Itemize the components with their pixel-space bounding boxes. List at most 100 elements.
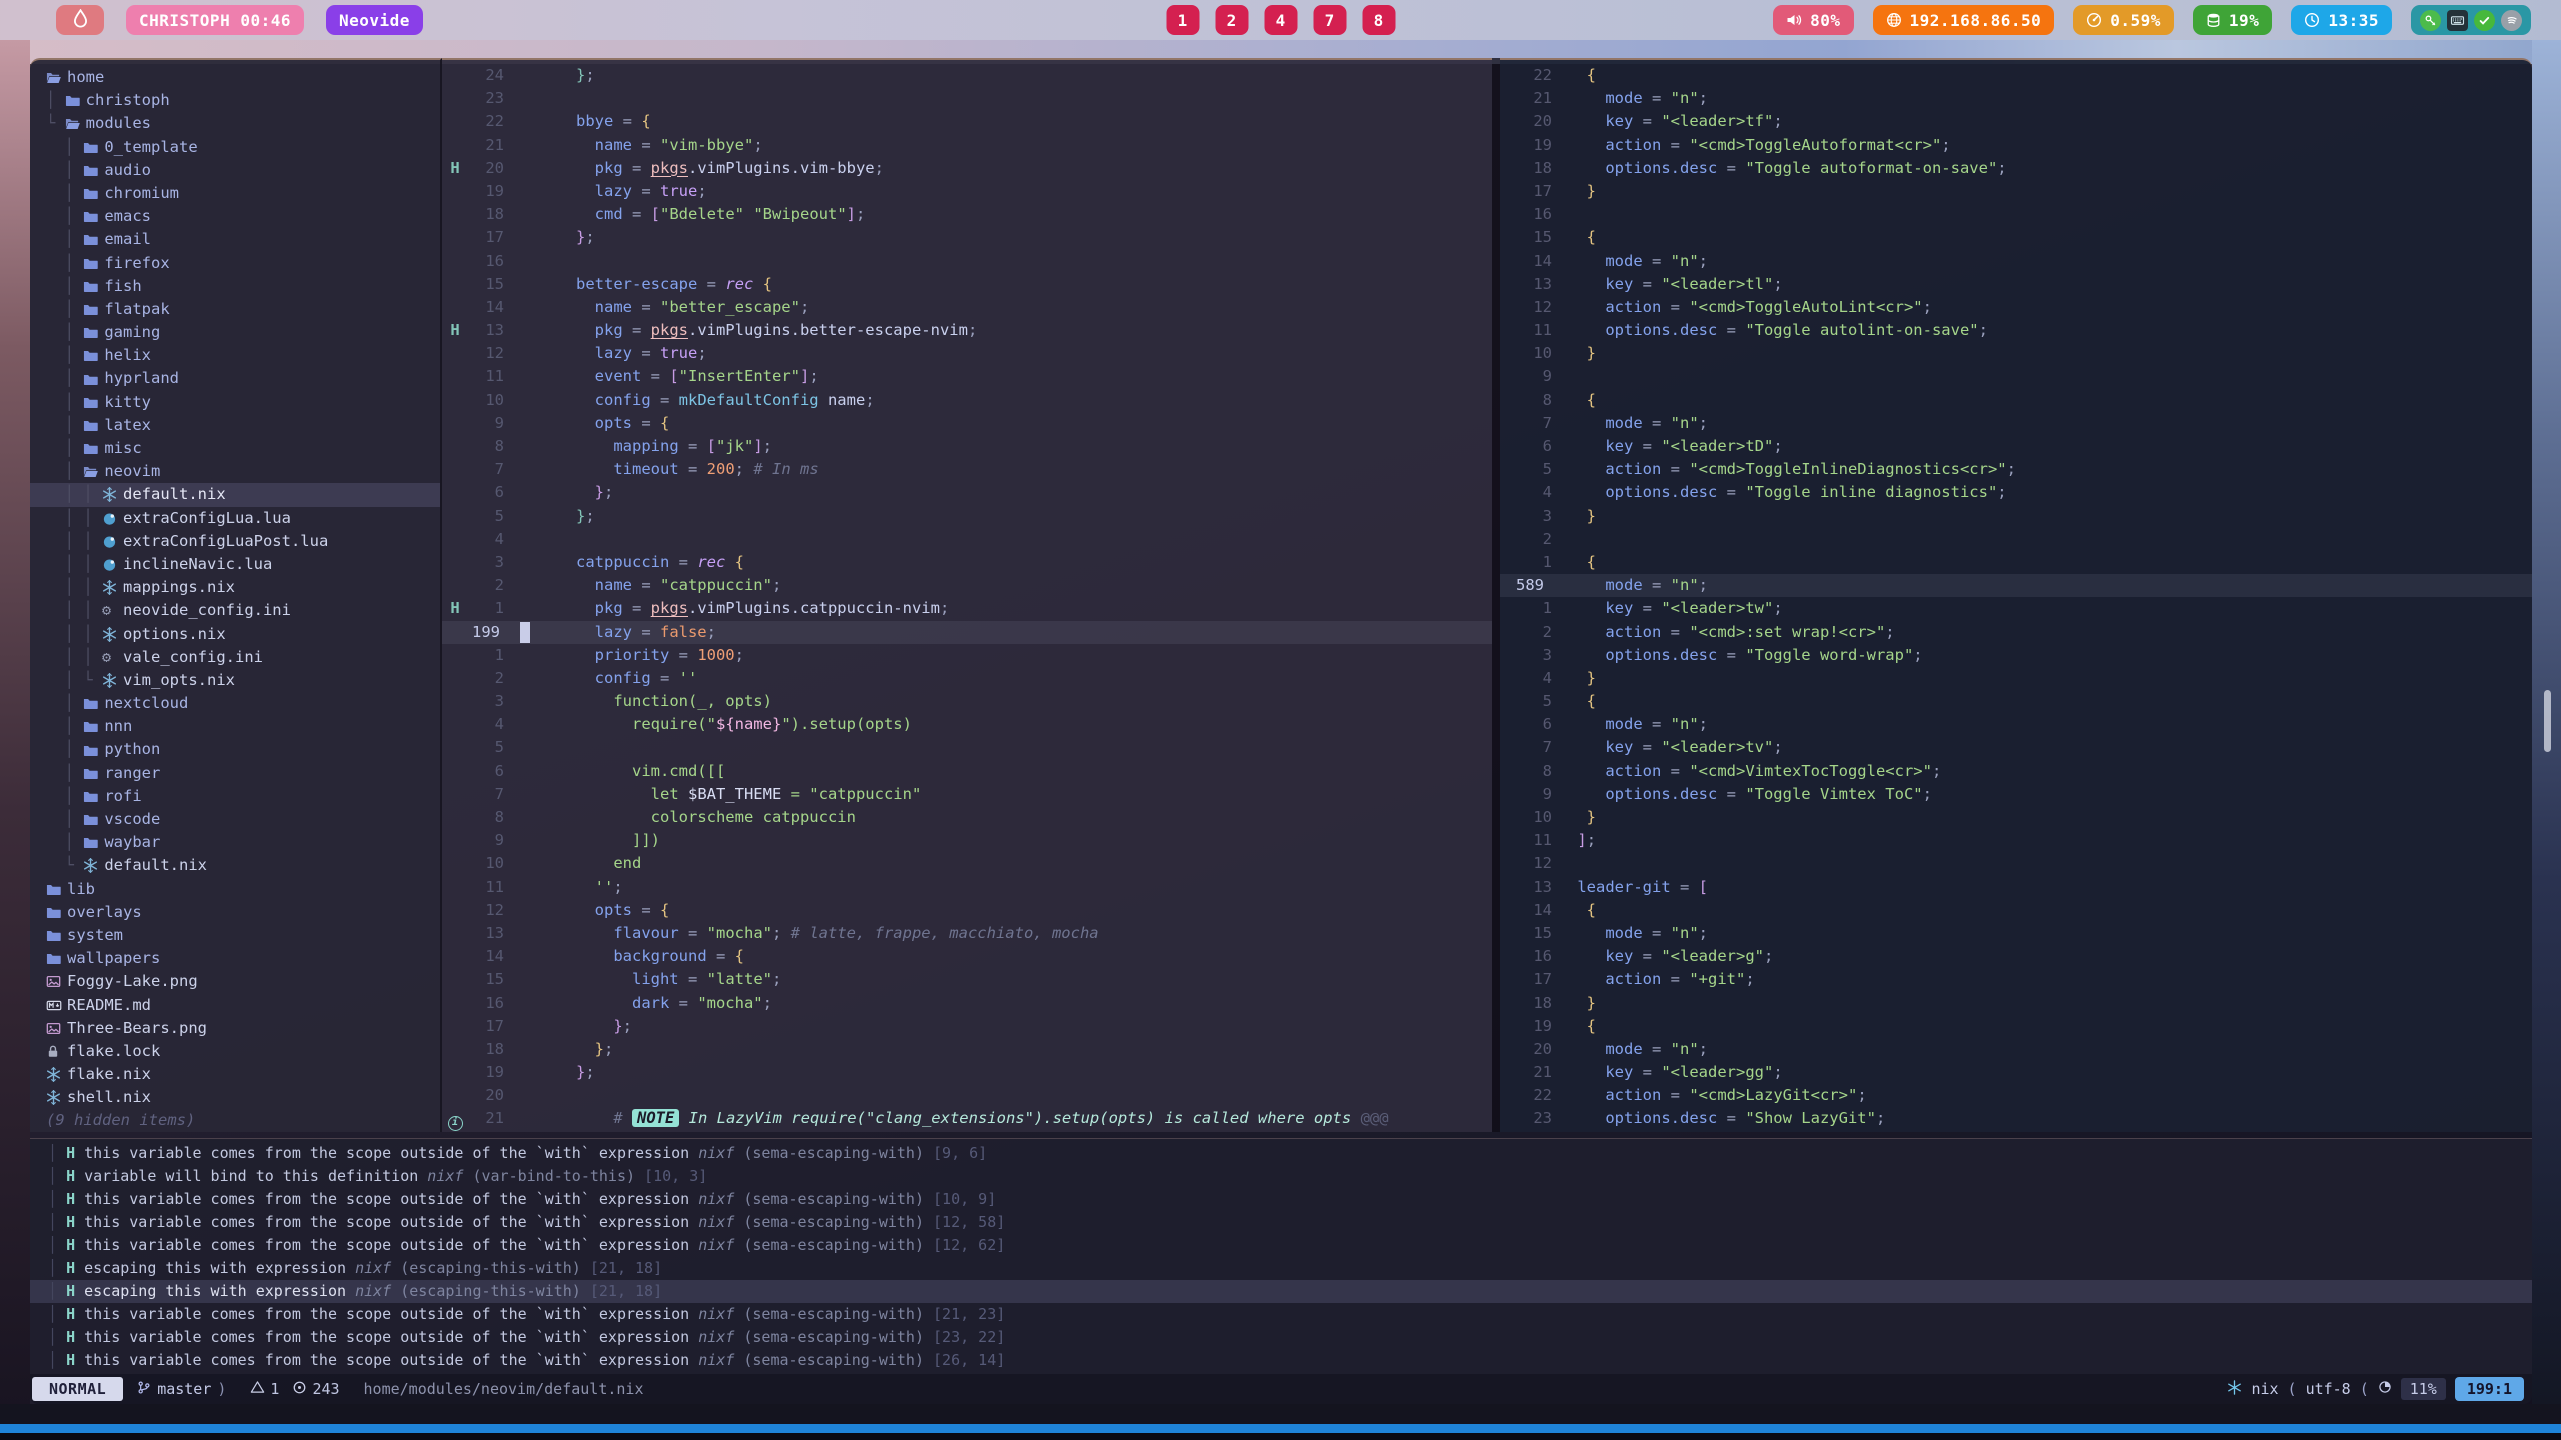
- code-line[interactable]: 23: [442, 87, 1492, 110]
- tree-item[interactable]: │ kitty: [30, 391, 440, 414]
- tree-item[interactable]: flake.nix: [30, 1063, 440, 1086]
- tree-item[interactable]: │ waybar: [30, 831, 440, 854]
- code-line[interactable]: 14 name = "better_escape";: [442, 296, 1492, 319]
- tree-item[interactable]: │ neovim: [30, 460, 440, 483]
- code-line[interactable]: 9 opts = {: [442, 412, 1492, 435]
- code-line[interactable]: H20 pkg = pkgs.vimPlugins.vim-bbye;: [442, 157, 1492, 180]
- code-line[interactable]: 19 action = "<cmd>ToggleAutoformat<cr>";: [1500, 134, 2532, 157]
- editor-right-pane[interactable]: 22 { 21 mode = "n"; 20 key = "<leader>tf…: [1500, 58, 2532, 1132]
- code-line[interactable]: 9 options.desc = "Toggle Vimtex ToC";: [1500, 783, 2532, 806]
- tree-item[interactable]: │ ranger: [30, 762, 440, 785]
- code-line[interactable]: 16 dark = "mocha";: [442, 992, 1492, 1015]
- code-line[interactable]: 11 event = ["InsertEnter"];: [442, 365, 1492, 388]
- tree-item[interactable]: Foggy-Lake.png: [30, 970, 440, 993]
- code-line[interactable]: 4 require("${name}").setup(opts): [442, 713, 1492, 736]
- code-line[interactable]: 2: [1500, 528, 2532, 551]
- code-line[interactable]: 3 options.desc = "Toggle word-wrap";: [1500, 644, 2532, 667]
- tree-item[interactable]: │ │ extraConfigLuaPost.lua: [30, 530, 440, 553]
- code-line[interactable]: 1 key = "<leader>tw";: [1500, 597, 2532, 620]
- tree-item[interactable]: │ firefox: [30, 252, 440, 275]
- tree-item[interactable]: │ 0_template: [30, 136, 440, 159]
- code-line[interactable]: 17 };: [442, 226, 1492, 249]
- code-line[interactable]: 6 vim.cmd([[: [442, 760, 1492, 783]
- window-separator[interactable]: [1492, 58, 1500, 1132]
- tree-item[interactable]: │ fish: [30, 275, 440, 298]
- tree-item[interactable]: shell.nix: [30, 1086, 440, 1109]
- diagnostic-row[interactable]: │ H this variable comes from the scope o…: [30, 1326, 2532, 1349]
- code-line[interactable]: 21 name = "vim-bbye";: [442, 134, 1492, 157]
- code-line[interactable]: 22 action = "<cmd>LazyGit<cr>";: [1500, 1084, 2532, 1107]
- workspace-button[interactable]: 1: [1166, 5, 1199, 35]
- code-line[interactable]: 13 flavour = "mocha"; # latte, frappe, m…: [442, 922, 1492, 945]
- code-line[interactable]: 15 better-escape = rec {: [442, 273, 1492, 296]
- code-line[interactable]: 16: [1500, 203, 2532, 226]
- tree-item[interactable]: └ default.nix: [30, 854, 440, 877]
- tree-item[interactable]: │ │ mappings.nix: [30, 576, 440, 599]
- code-line[interactable]: 4 }: [1500, 667, 2532, 690]
- keyboard-icon[interactable]: [2447, 10, 2468, 31]
- tree-item[interactable]: │ helix: [30, 344, 440, 367]
- tree-item[interactable]: └ modules: [30, 112, 440, 135]
- workspace-button[interactable]: 2: [1215, 5, 1248, 35]
- code-line[interactable]: 8 action = "<cmd>VimtexTocToggle<cr>";: [1500, 760, 2532, 783]
- diagnostic-row[interactable]: │ H escaping this with expression nixf (…: [30, 1257, 2532, 1280]
- tree-item[interactable]: │ email: [30, 228, 440, 251]
- tree-item[interactable]: overlays: [30, 901, 440, 924]
- code-line[interactable]: 11 ];: [1500, 829, 2532, 852]
- code-line[interactable]: 10 }: [1500, 806, 2532, 829]
- code-line[interactable]: 20 mode = "n";: [1500, 1038, 2532, 1061]
- code-line[interactable]: 18 cmd = ["Bdelete" "Bwipeout"];: [442, 203, 1492, 226]
- code-line[interactable]: 9: [1500, 365, 2532, 388]
- code-line[interactable]: H1 pkg = pkgs.vimPlugins.catppuccin-nvim…: [442, 597, 1492, 620]
- tree-item[interactable]: home: [30, 66, 440, 89]
- code-line[interactable]: 17 }: [1500, 180, 2532, 203]
- code-line[interactable]: 20: [442, 1084, 1492, 1107]
- editor-main-pane[interactable]: 24 }; 23 22 bbye = { 21 name = "vim-bbye…: [442, 58, 1492, 1132]
- code-line[interactable]: 15 mode = "n";: [1500, 922, 2532, 945]
- spotify-icon[interactable]: [2501, 10, 2522, 31]
- code-line[interactable]: 4 options.desc = "Toggle inline diagnost…: [1500, 481, 2532, 504]
- diagnostic-row[interactable]: │ H this variable comes from the scope o…: [30, 1303, 2532, 1326]
- diagnostic-row[interactable]: │ H this variable comes from the scope o…: [30, 1142, 2532, 1165]
- tree-item[interactable]: │ rofi: [30, 785, 440, 808]
- code-line[interactable]: 12: [1500, 852, 2532, 875]
- code-line[interactable]: 199 lazy = false;: [442, 621, 1492, 644]
- diagnostic-row[interactable]: │ H escaping this with expression nixf (…: [30, 1280, 2532, 1303]
- tree-item[interactable]: │ │ default.nix: [30, 483, 440, 506]
- code-line[interactable]: 7 timeout = 200; # In ms: [442, 458, 1492, 481]
- code-line[interactable]: 18 };: [442, 1038, 1492, 1061]
- code-line[interactable]: 18 options.desc = "Toggle autoformat-on-…: [1500, 157, 2532, 180]
- diagnostic-row[interactable]: │ H this variable comes from the scope o…: [30, 1234, 2532, 1257]
- code-line[interactable]: 7 mode = "n";: [1500, 412, 2532, 435]
- tree-item[interactable]: │ │ options.nix: [30, 623, 440, 646]
- key-icon[interactable]: [2420, 10, 2441, 31]
- code-line[interactable]: 9 ]]): [442, 829, 1492, 852]
- workspace-button[interactable]: 8: [1362, 5, 1395, 35]
- code-line[interactable]: 3 function(_, opts): [442, 690, 1492, 713]
- code-line[interactable]: i21 # NOTE In LazyVim require("clang_ext…: [442, 1107, 1492, 1130]
- code-line[interactable]: 22 {: [1500, 64, 2532, 87]
- tree-item[interactable]: │ emacs: [30, 205, 440, 228]
- code-line[interactable]: 21 mode = "n";: [1500, 87, 2532, 110]
- tree-item[interactable]: │ flatpak: [30, 298, 440, 321]
- code-line[interactable]: 8 colorscheme catppuccin: [442, 806, 1492, 829]
- code-line[interactable]: 17 };: [442, 1015, 1492, 1038]
- code-line[interactable]: 5 action = "<cmd>ToggleInlineDiagnostics…: [1500, 458, 2532, 481]
- tree-item[interactable]: │ misc: [30, 437, 440, 460]
- code-line[interactable]: 12 lazy = true;: [442, 342, 1492, 365]
- code-line[interactable]: 11 options.desc = "Toggle autolint-on-sa…: [1500, 319, 2532, 342]
- tree-item[interactable]: (9 hidden items): [30, 1109, 440, 1132]
- code-line[interactable]: 5 };: [442, 505, 1492, 528]
- tree-item[interactable]: lib: [30, 878, 440, 901]
- tree-item[interactable]: README.md: [30, 994, 440, 1017]
- tree-item[interactable]: │ └ vim_opts.nix: [30, 669, 440, 692]
- code-line[interactable]: 21 key = "<leader>gg";: [1500, 1061, 2532, 1084]
- tree-item[interactable]: │ hyprland: [30, 367, 440, 390]
- code-line[interactable]: 15 {: [1500, 226, 2532, 249]
- code-line[interactable]: 14 background = {: [442, 945, 1492, 968]
- tree-item[interactable]: │ vscode: [30, 808, 440, 831]
- scrollbar-thumb[interactable]: [2544, 690, 2551, 752]
- tree-item[interactable]: │ │ inclineNavic.lua: [30, 553, 440, 576]
- code-line[interactable]: 8 {: [1500, 389, 2532, 412]
- code-line[interactable]: 16: [442, 250, 1492, 273]
